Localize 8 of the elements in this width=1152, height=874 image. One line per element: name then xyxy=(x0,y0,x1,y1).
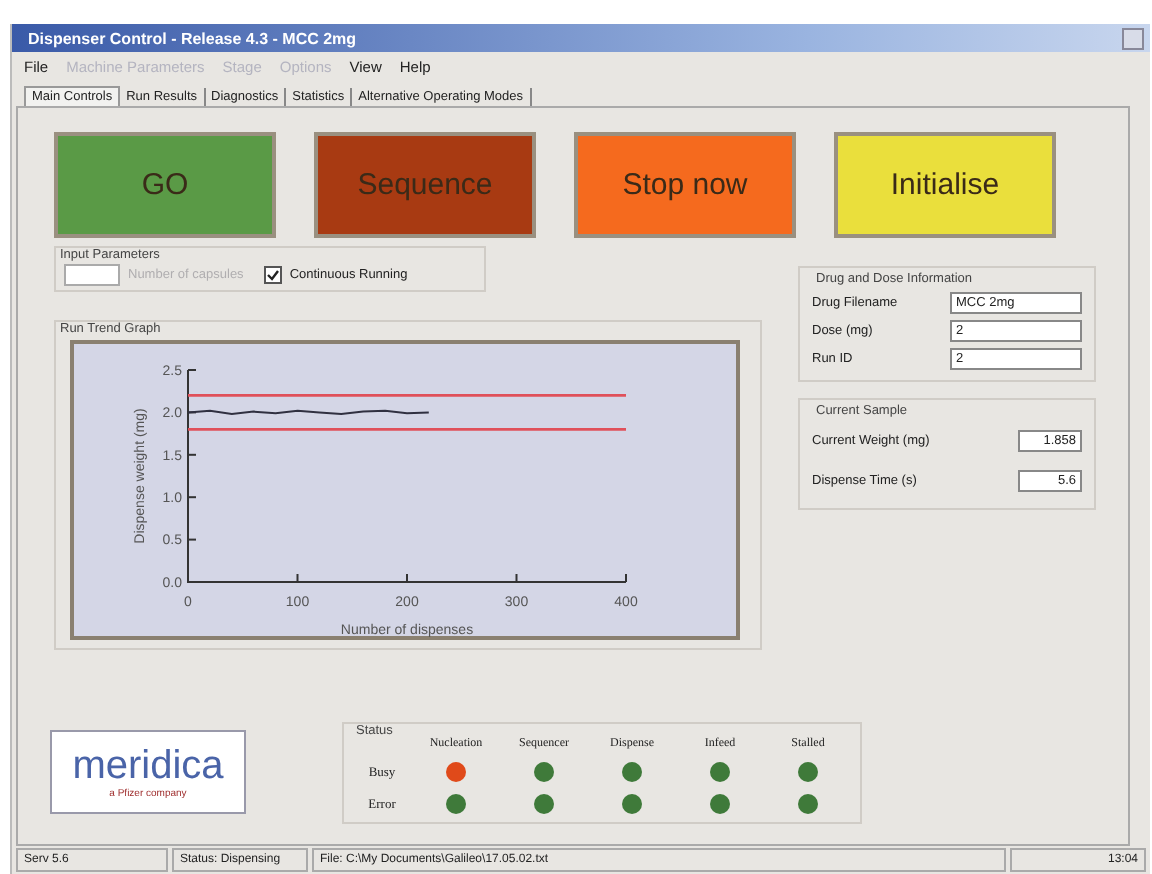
window-title: Dispenser Control - Release 4.3 - MCC 2mg xyxy=(28,29,357,47)
close-button[interactable] xyxy=(1122,27,1144,49)
action-button[interactable]: GO xyxy=(54,132,276,238)
checkbox[interactable] xyxy=(263,266,282,284)
logo-name: meridica xyxy=(72,744,224,788)
action-button[interactable]: Initialise xyxy=(834,132,1056,238)
action-button[interactable]: Stop now xyxy=(574,132,796,238)
count-field[interactable] xyxy=(64,264,120,286)
